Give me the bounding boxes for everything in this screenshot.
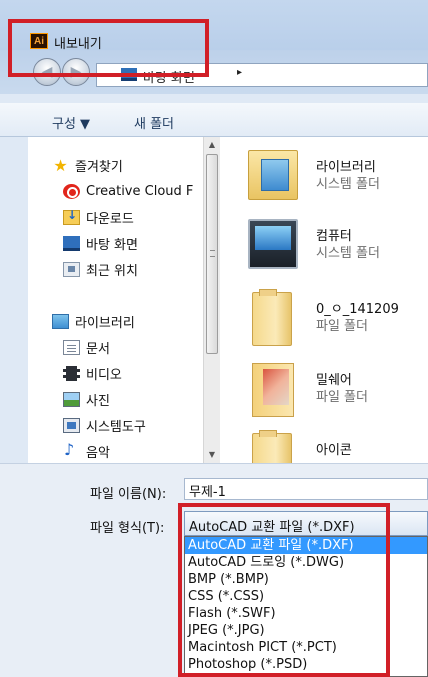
filetype-dropdown-list: AutoCAD 교환 파일 (*.DXF) AutoCAD 드로잉 (*.DWG… [184, 536, 428, 677]
navigation-pane: ★ 즐겨찾기 Creative Cloud F 다운로드 바탕 화면 최근 위치… [28, 137, 203, 463]
music-icon [63, 440, 80, 459]
file-type: 파일 폴더 [316, 319, 368, 334]
library-folder-icon [248, 150, 298, 200]
filetype-option[interactable]: Photoshop (*.PSD) [185, 656, 427, 673]
nav-item-label: 음악 [86, 445, 110, 461]
filetype-option[interactable]: CSS (*.CSS) [185, 588, 427, 605]
file-name: 아이콘 [316, 443, 352, 458]
filetype-option[interactable]: Macintosh PICT (*.PCT) [185, 639, 427, 656]
picture-folder-icon [252, 363, 294, 417]
file-item[interactable]: 아이콘 [220, 430, 428, 463]
nav-item-videos[interactable]: 비디오 [63, 362, 122, 384]
scroll-up-arrow-icon[interactable]: ▲ [204, 137, 220, 153]
downloads-icon [63, 208, 80, 225]
documents-icon [63, 339, 80, 355]
filetype-option[interactable]: BMP (*.BMP) [185, 571, 427, 588]
nav-item-music[interactable]: 음악 [63, 440, 110, 462]
creative-cloud-icon [63, 183, 80, 199]
libraries-icon [52, 313, 69, 329]
file-item[interactable]: 컴퓨터 시스템 폴더 [220, 219, 428, 289]
nav-item-label: 비디오 [86, 367, 122, 383]
videos-icon [63, 365, 80, 381]
nav-item-label: 즐겨찾기 [75, 159, 123, 175]
filetype-option[interactable]: AutoCAD 드로잉 (*.DWG) [185, 554, 427, 571]
export-dialog: Ai 내보내기 ◀ ▶ 바탕 화면 ▸ 구성 ▼ 새 폴더 ★ 즐겨찾기 Cre… [0, 0, 428, 677]
nav-item-label: 라이브러리 [75, 315, 135, 331]
pictures-icon [63, 391, 80, 407]
star-icon: ★ [53, 155, 68, 175]
filetype-label: 파일 형식(T): [90, 521, 165, 536]
nav-item-label: 문서 [86, 341, 110, 357]
file-list: 라이브러리 시스템 폴더 컴퓨터 시스템 폴더 0_ㅇ_141209 파일 폴더… [220, 137, 428, 463]
file-item[interactable]: 0_ㅇ_141209 파일 폴더 [220, 289, 428, 362]
file-type: 파일 폴더 [316, 390, 368, 405]
forward-button[interactable]: ▶ [62, 58, 90, 86]
file-type: 시스템 폴더 [316, 246, 380, 261]
computer-icon [248, 219, 298, 269]
toolbar: 구성 ▼ 새 폴더 [0, 103, 428, 137]
folder-icon [252, 289, 292, 346]
address-bar[interactable]: 바탕 화면 ▸ [96, 63, 428, 87]
nav-item-downloads[interactable]: 다운로드 [63, 206, 134, 228]
file-type: 시스템 폴더 [316, 177, 380, 192]
filetype-option[interactable]: Flash (*.SWF) [185, 605, 427, 622]
desktop-icon [121, 68, 137, 81]
nav-item-libraries[interactable]: 라이브러리 [52, 310, 135, 332]
file-item[interactable]: 밀쉐어 파일 폴더 [220, 363, 428, 433]
nav-item-pictures[interactable]: 사진 [63, 388, 110, 410]
file-item[interactable]: 라이브러리 시스템 폴더 [220, 150, 428, 220]
organize-button[interactable]: 구성 ▼ [52, 113, 90, 132]
filetype-select[interactable]: AutoCAD 교환 파일 (*.DXF) [184, 511, 428, 536]
navigation-scrollbar[interactable]: ▲ ▼ [203, 137, 220, 463]
forward-arrow-icon: ▶ [70, 64, 82, 80]
nav-item-documents[interactable]: 문서 [63, 336, 110, 358]
nav-item-label: 사진 [86, 393, 110, 409]
desktop-icon [63, 235, 80, 251]
nav-item-favorites[interactable]: ★ 즐겨찾기 [52, 154, 123, 176]
illustrator-logo-icon: Ai [30, 33, 48, 49]
back-arrow-icon: ◀ [41, 64, 53, 80]
grip-icon [210, 250, 215, 257]
recent-places-icon [63, 261, 80, 277]
nav-item-label: 시스템도구 [86, 419, 146, 435]
nav-item-label: 최근 위치 [86, 263, 138, 279]
scrollbar-thumb[interactable] [206, 154, 218, 354]
filename-input[interactable]: 무제-1 [184, 478, 428, 500]
nav-item-system-tools[interactable]: 시스템도구 [63, 414, 146, 436]
address-location[interactable]: 바탕 화면 [143, 67, 195, 86]
nav-item-recent-places[interactable]: 최근 위치 [63, 258, 138, 280]
nav-item-label: 바탕 화면 [86, 237, 138, 253]
folder-icon [252, 430, 292, 463]
nav-item-label: 다운로드 [86, 211, 134, 227]
scroll-down-arrow-icon[interactable]: ▼ [204, 447, 220, 463]
filetype-option[interactable]: AutoCAD 교환 파일 (*.DXF) [185, 537, 427, 554]
system-tools-icon [63, 417, 80, 433]
nav-item-creative-cloud[interactable]: Creative Cloud F [63, 180, 193, 202]
filetype-option[interactable]: JPEG (*.JPG) [185, 622, 427, 639]
nav-item-label: Creative Cloud F [86, 183, 194, 199]
back-button[interactable]: ◀ [33, 58, 61, 86]
nav-item-desktop[interactable]: 바탕 화면 [63, 232, 138, 254]
breadcrumb-arrow-icon[interactable]: ▸ [237, 67, 242, 78]
new-folder-button[interactable]: 새 폴더 [134, 113, 174, 132]
filename-label: 파일 이름(N): [90, 487, 167, 502]
